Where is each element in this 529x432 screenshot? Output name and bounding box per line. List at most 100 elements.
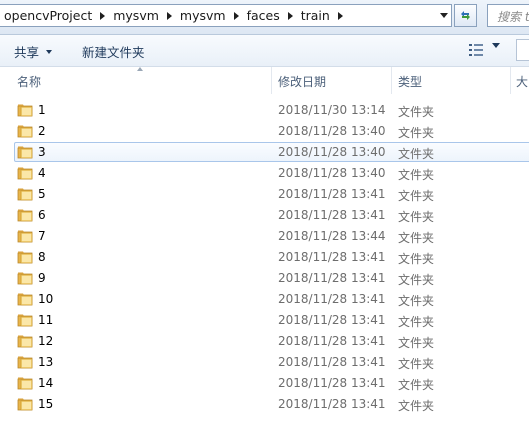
sort-ascending-icon [137,67,143,71]
breadcrumb-faces[interactable]: faces [245,8,282,23]
file-row[interactable]: 13 2018/11/28 13:41 文件夹 [0,352,529,373]
file-row[interactable]: 9 2018/11/28 13:41 文件夹 [0,268,529,289]
chevron-down-icon [492,43,500,62]
file-modified-date: 2018/11/28 13:44 [278,229,386,243]
refresh-button[interactable] [454,4,477,27]
file-row[interactable]: 12 2018/11/28 13:41 文件夹 [0,331,529,352]
column-header-name[interactable]: 名称 [17,73,41,90]
breadcrumb-separator-icon[interactable] [100,11,106,20]
file-name: 8 [38,250,46,264]
file-name: 4 [38,166,46,180]
file-modified-date: 2018/11/28 13:41 [278,355,386,369]
file-name: 11 [38,313,54,327]
folder-icon [17,293,33,306]
file-type: 文件夹 [398,252,435,266]
search-input[interactable]: 搜索 tr [487,4,529,27]
file-type: 文件夹 [398,294,435,308]
folder-icon [17,335,33,348]
share-label: 共享 [14,45,40,60]
folder-icon [17,251,33,264]
file-name: 3 [38,145,46,159]
breadcrumb-opencvproject[interactable]: opencvProject [2,8,94,23]
file-row[interactable]: 7 2018/11/28 13:44 文件夹 [0,226,529,247]
breadcrumb-separator-icon[interactable] [337,11,343,20]
share-button[interactable]: 共享 [14,42,53,61]
column-headers: 名称 修改日期 类型 大 [0,67,529,94]
chevron-down-icon [439,13,448,18]
file-modified-date: 2018/11/28 13:41 [278,271,386,285]
file-name: 7 [38,229,46,243]
file-name: 6 [38,208,46,222]
file-type: 文件夹 [398,357,435,371]
file-row[interactable]: 2 2018/11/28 13:40 文件夹 [0,121,529,142]
address-history-dropdown[interactable] [436,5,451,26]
file-name: 10 [38,292,54,306]
file-row[interactable]: 3 2018/11/28 13:40 文件夹 [0,142,529,163]
file-modified-date: 2018/11/28 13:41 [278,187,386,201]
breadcrumb-mysvm-inner[interactable]: mysvm [178,8,228,23]
column-divider[interactable] [391,67,392,94]
column-header-size[interactable]: 大 [516,73,528,90]
file-type: 文件夹 [398,210,435,224]
file-type: 文件夹 [398,399,435,413]
refresh-icon [461,11,470,20]
file-row[interactable]: 14 2018/11/28 13:41 文件夹 [0,373,529,394]
folder-icon [17,209,33,222]
file-name: 1 [38,103,46,117]
breadcrumb-separator-icon[interactable] [287,11,293,20]
file-type: 文件夹 [398,168,435,182]
column-header-type[interactable]: 类型 [398,73,422,90]
file-type: 文件夹 [398,147,435,161]
file-row[interactable]: 8 2018/11/28 13:41 文件夹 [0,247,529,268]
file-name: 13 [38,355,54,369]
file-row[interactable]: 4 2018/11/28 13:40 文件夹 [0,163,529,184]
file-type: 文件夹 [398,315,435,329]
new-folder-label: 新建文件夹 [82,45,145,60]
folder-icon [17,356,33,369]
folder-icon [17,188,33,201]
column-divider[interactable] [271,67,272,94]
file-type: 文件夹 [398,189,435,203]
file-list: 1 2018/11/30 13:14 文件夹 2 2018/11/28 13:40 文件夹… [0,100,529,415]
file-row[interactable]: 1 2018/11/30 13:14 文件夹 [0,100,529,121]
view-options-icon[interactable] [469,44,483,56]
file-row[interactable]: 11 2018/11/28 13:41 文件夹 [0,310,529,331]
file-type: 文件夹 [398,273,435,287]
column-divider[interactable] [510,67,511,94]
file-name: 12 [38,334,54,348]
search-placeholder: 搜索 tr [497,10,529,24]
file-row[interactable]: 5 2018/11/28 13:41 文件夹 [0,184,529,205]
breadcrumb: opencvProject mysvm mysvm faces train [2,5,349,26]
file-modified-date: 2018/11/28 13:41 [278,208,386,222]
breadcrumb-separator-icon[interactable] [166,11,172,20]
folder-icon [17,314,33,327]
file-modified-date: 2018/11/28 13:41 [278,292,386,306]
file-row[interactable]: 6 2018/11/28 13:41 文件夹 [0,205,529,226]
file-modified-date: 2018/11/30 13:14 [278,103,386,117]
file-modified-date: 2018/11/28 13:40 [278,166,386,180]
folder-icon [17,167,33,180]
file-type: 文件夹 [398,378,435,392]
file-type: 文件夹 [398,336,435,350]
view-dropdown-button[interactable] [492,43,500,62]
folder-icon [17,125,33,138]
address-bar[interactable]: opencvProject mysvm mysvm faces train [0,4,452,27]
breadcrumb-train[interactable]: train [299,8,332,23]
folder-icon [17,230,33,243]
breadcrumb-mysvm[interactable]: mysvm [111,8,161,23]
file-name: 14 [38,376,54,390]
file-name: 15 [38,397,54,411]
folder-icon [17,398,33,411]
breadcrumb-separator-icon[interactable] [233,11,239,20]
file-modified-date: 2018/11/28 13:41 [278,376,386,390]
file-row[interactable]: 15 2018/11/28 13:41 文件夹 [0,394,529,415]
folder-icon [17,104,33,117]
file-modified-date: 2018/11/28 13:40 [278,145,386,159]
file-row[interactable]: 10 2018/11/28 13:41 文件夹 [0,289,529,310]
column-header-date[interactable]: 修改日期 [278,73,326,90]
preview-pane-button[interactable] [516,39,529,61]
file-type: 文件夹 [398,126,435,140]
new-folder-button[interactable]: 新建文件夹 [82,42,145,61]
file-modified-date: 2018/11/28 13:41 [278,397,386,411]
command-bar: 共享 新建文件夹 [0,35,529,67]
